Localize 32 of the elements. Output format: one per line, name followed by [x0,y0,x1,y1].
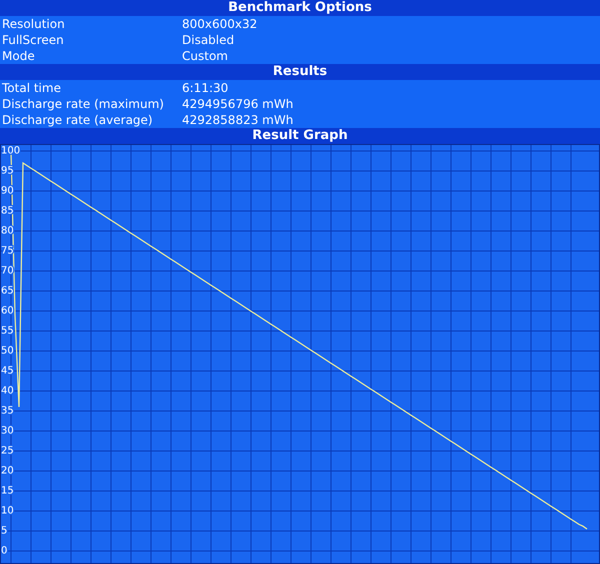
y-tick-label: 100 [1,146,20,156]
y-tick-label: 35 [1,406,14,416]
y-tick-label: 10 [1,506,14,516]
row-value: 800x600x32 [182,17,258,31]
y-tick-label: 30 [1,426,14,436]
y-tick-label: 70 [1,266,14,276]
y-tick-label: 40 [1,386,14,396]
row-label: Discharge rate (maximum) [2,97,164,111]
y-tick-label: 25 [1,446,14,456]
row-value: 4292858823 mWh [182,113,294,127]
row-label: Discharge rate (average) [2,113,153,127]
y-tick-label: 20 [1,466,14,476]
row-value: 4294956796 mWh [182,97,294,111]
y-tick-label: 65 [1,286,14,296]
section-title: Results [272,64,328,80]
row-value: 6:11:30 [182,81,228,95]
row-label: Mode [2,49,35,63]
section-title: Benchmark Options [228,0,372,16]
y-tick-label: 15 [1,486,14,496]
y-tick-label: 55 [1,326,14,336]
row-label: Total time [2,81,61,95]
section-title: Result Graph [252,128,348,144]
y-tick-label: 75 [1,246,14,256]
y-tick-label: 50 [1,346,14,356]
y-tick-label: 5 [1,526,8,536]
y-tick-label: 0 [1,546,8,556]
row-value: Disabled [182,33,234,47]
row-value: Custom [182,49,228,63]
y-tick-label: 45 [1,366,14,376]
row-label: Resolution [2,17,65,31]
row-label: FullScreen [2,33,64,47]
y-tick-label: 60 [1,306,14,316]
